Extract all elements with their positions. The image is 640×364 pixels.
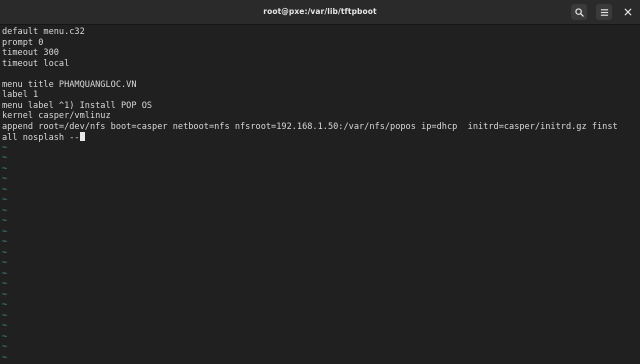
empty-line-tilde: ~ [2, 205, 8, 216]
terminal-content[interactable]: default menu.c32 prompt 0 timeout 300 ti… [0, 25, 640, 364]
empty-line-tilde: ~ [2, 216, 8, 226]
empty-line-tilde: ~ [2, 300, 8, 310]
terminal-line-text: all nosplash -- [2, 133, 80, 143]
empty-line-tilde: ~ [2, 352, 8, 363]
empty-line-tilde: ~ [2, 279, 8, 289]
empty-line-tilde: ~ [2, 237, 8, 247]
close-button[interactable] [620, 4, 636, 20]
empty-line-tilde: ~ [2, 331, 8, 342]
empty-line-tilde: ~ [2, 310, 8, 321]
menu-button[interactable] [596, 4, 612, 20]
empty-line-tilde: ~ [2, 247, 8, 258]
hamburger-menu-icon [600, 8, 609, 17]
window-title: root@pxe:/var/lib/tftpboot [263, 7, 377, 16]
empty-line-tilde: ~ [2, 163, 8, 174]
close-icon [624, 8, 632, 16]
terminal-line: prompt 0 [2, 37, 44, 48]
terminal-line: default menu.c32 [2, 27, 85, 37]
empty-line-tilde: ~ [2, 342, 8, 352]
empty-line-tilde: ~ [2, 195, 8, 205]
search-button[interactable] [571, 4, 587, 20]
empty-line-tilde: ~ [2, 174, 8, 184]
terminal-line: append root=/dev/nfs boot=casper netboot… [2, 121, 618, 132]
empty-line-tilde: ~ [2, 153, 8, 163]
search-icon [574, 7, 584, 17]
terminal-line: timeout 300 [2, 48, 59, 58]
terminal-line-last: all nosplash -- [2, 132, 85, 143]
empty-line-tilde: ~ [2, 184, 8, 195]
terminal-line: menu title PHAMQUANGLOC.VN [2, 79, 137, 90]
terminal-line: timeout local [2, 58, 70, 69]
empty-line-tilde: ~ [2, 289, 8, 300]
empty-line-tilde: ~ [2, 268, 8, 279]
empty-line-tilde: ~ [2, 321, 8, 331]
text-cursor [79, 132, 85, 141]
empty-line-tilde: ~ [2, 142, 8, 153]
terminal-line: menu label ^1) Install POP OS [2, 100, 153, 111]
empty-line-tilde: ~ [2, 226, 8, 237]
title-bar: root@pxe:/var/lib/tftpboot [0, 0, 640, 25]
terminal-line: label 1 [2, 90, 39, 100]
terminal-window: root@pxe:/var/lib/tftpboot default menu.… [0, 0, 640, 364]
empty-line-tilde: ~ [2, 258, 8, 268]
terminal-line: kernel casper/vmlinuz [2, 111, 111, 121]
